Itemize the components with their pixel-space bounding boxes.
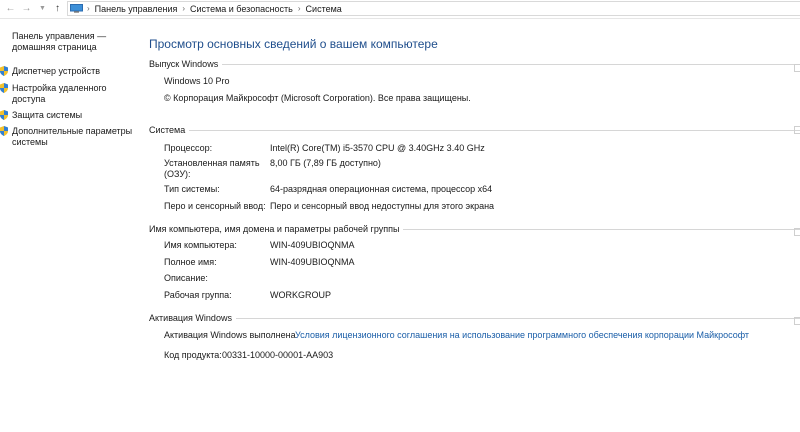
- section-divider: [222, 63, 800, 65]
- section-header: Активация Windows: [149, 312, 232, 323]
- breadcrumb-separator: ›: [87, 4, 90, 13]
- sidebar-item-label: Диспетчер устройств: [12, 66, 100, 76]
- workgroup-value: WORKGROUP: [270, 290, 332, 300]
- section-header: Имя компьютера, имя домена и параметры р…: [149, 223, 400, 234]
- section-computer-name: Имя компьютера, имя домена и параметры р…: [149, 223, 800, 234]
- description-label: Описание:: [164, 273, 208, 283]
- sidebar: Панель управления — домашняя страница Ди…: [0, 18, 140, 432]
- page-title: Просмотр основных сведений о вашем компь…: [149, 37, 438, 51]
- system-type-value: 64-разрядная операционная система, проце…: [270, 184, 493, 194]
- windows-edition-value: Windows 10 Pro: [164, 76, 230, 86]
- shield-icon: [0, 83, 8, 93]
- product-id-label: Код продукта:: [164, 350, 222, 360]
- arrow-left-icon: ←: [5, 3, 16, 14]
- copyright-text: © Корпорация Майкрософт (Microsoft Corpo…: [164, 93, 471, 103]
- up-button[interactable]: ↑: [51, 2, 64, 15]
- license-terms-link[interactable]: Условия лицензионного соглашения на испо…: [295, 330, 749, 341]
- full-name-label: Полное имя:: [164, 257, 217, 267]
- system-type-label: Тип системы:: [164, 184, 220, 194]
- section-system: Система: [149, 124, 800, 135]
- full-name-value: WIN-409UBIOQNMA: [270, 257, 355, 267]
- breadcrumb-system[interactable]: Система: [306, 4, 342, 14]
- memory-value: 8,00 ГБ (7,89 ГБ доступно): [270, 158, 381, 168]
- computer-name-label: Имя компьютера:: [164, 240, 237, 250]
- section-divider: [189, 129, 800, 131]
- breadcrumb-separator: ›: [182, 4, 186, 13]
- processor-value: Intel(R) Core(TM) i5-3570 CPU @ 3.40GHz …: [270, 143, 485, 153]
- chevron-down-icon: ▼: [39, 5, 46, 12]
- section-windows-edition: Выпуск Windows: [149, 58, 800, 69]
- breadcrumb-system-security[interactable]: Система и безопасность: [190, 4, 293, 14]
- divider-tab: [794, 126, 800, 134]
- arrow-right-icon: →: [21, 3, 32, 14]
- product-id-value: 00331-10000-00001-AA903: [222, 350, 334, 360]
- sidebar-home-link[interactable]: Панель управления — домашняя страница: [12, 31, 132, 53]
- sidebar-item-label: Настройка удаленного доступа: [12, 83, 107, 104]
- shield-icon: [0, 110, 8, 120]
- section-activation: Активация Windows: [149, 312, 800, 323]
- computer-name-value: WIN-409UBIOQNMA: [270, 240, 355, 250]
- breadcrumb-control-panel[interactable]: Панель управления: [95, 4, 178, 14]
- recent-locations-button[interactable]: ▼: [36, 2, 49, 15]
- pen-touch-label: Перо и сенсорный ввод:: [164, 201, 266, 211]
- sidebar-item-label: Защита системы: [12, 110, 83, 120]
- computer-icon: [70, 4, 83, 13]
- section-divider: [403, 228, 800, 230]
- workgroup-label: Рабочая группа:: [164, 290, 232, 300]
- main-content: Просмотр основных сведений о вашем компь…: [140, 18, 800, 432]
- section-header: Система: [149, 124, 186, 135]
- divider-tab: [794, 64, 800, 72]
- section-header: Выпуск Windows: [149, 58, 219, 69]
- pen-touch-value: Перо и сенсорный ввод недоступны для это…: [270, 201, 495, 211]
- address-bar: ← → ▼ ↑ › Панель управления › Система и …: [0, 0, 800, 19]
- sidebar-item-label: Дополнительные параметры системы: [12, 126, 133, 147]
- breadcrumb[interactable]: › Панель управления › Система и безопасн…: [67, 1, 800, 16]
- activation-status: Активация Windows выполнена: [164, 330, 296, 340]
- breadcrumb-separator: ›: [297, 4, 301, 13]
- divider-tab: [794, 228, 800, 236]
- section-divider: [235, 317, 800, 319]
- shield-icon: [0, 66, 8, 76]
- forward-button[interactable]: →: [20, 2, 33, 15]
- shield-icon: [0, 126, 8, 136]
- arrow-up-icon: ↑: [55, 3, 60, 14]
- divider-tab: [794, 317, 800, 325]
- processor-label: Процессор:: [164, 143, 213, 153]
- memory-label: Установленная память (ОЗУ):: [164, 158, 260, 179]
- back-button[interactable]: ←: [4, 2, 17, 15]
